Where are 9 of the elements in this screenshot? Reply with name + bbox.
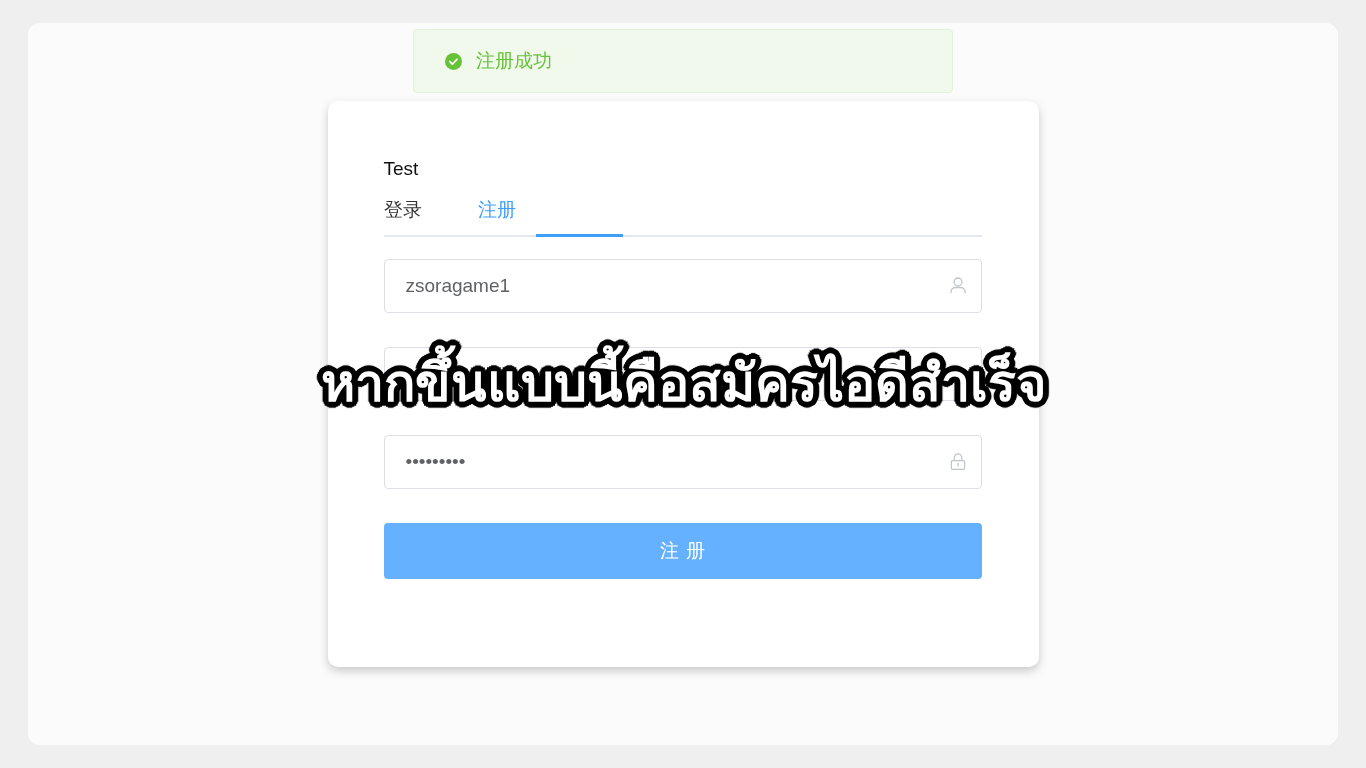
password-field[interactable]: ••••••••• — [383, 435, 982, 489]
username-field[interactable]: zsoragame1 — [383, 259, 982, 313]
tab[interactable]: 登录 — [383, 187, 422, 231]
message-text: 注册成功 — [476, 49, 552, 73]
user-icon — [949, 277, 966, 294]
lock-icon — [949, 453, 966, 470]
check-circle-icon — [445, 52, 462, 70]
card-title: Test — [383, 157, 419, 181]
caption-text: หากขึ้นแบบนี้คือสมัครไอดีสำเร็จ — [312, 336, 1054, 430]
